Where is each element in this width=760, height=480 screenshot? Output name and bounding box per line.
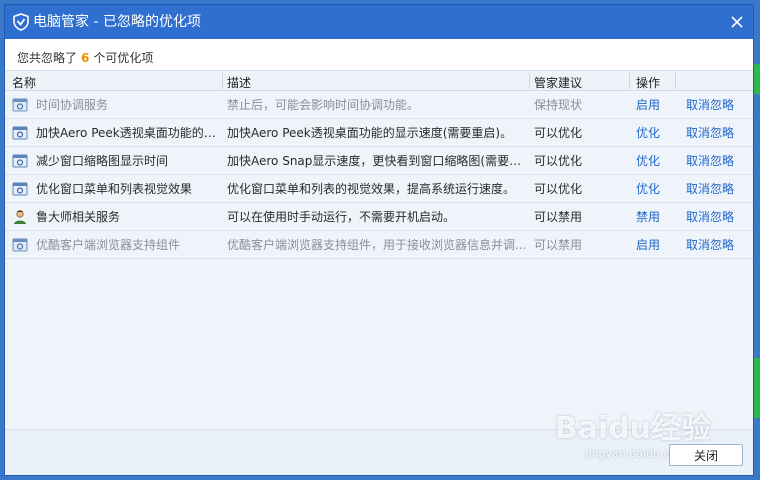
column-divider[interactable] [629, 73, 630, 89]
dialog-footer: Baidu经验 jingyan.baidu.com 关闭 [5, 411, 753, 475]
header-name[interactable]: 名称 [12, 74, 36, 90]
unignore-link[interactable]: 取消忽略 [686, 210, 746, 224]
table-row[interactable]: 鲁大师相关服务 可以在使用时手动运行，不需要开机启动。 可以禁用 禁用 取消忽略 [5, 203, 753, 231]
table-header: 名称 描述 管家建议 操作 [5, 71, 753, 91]
window-icon [12, 153, 28, 169]
unignore-link[interactable]: 取消忽略 [686, 98, 746, 112]
item-description: 禁止后，可能会影响时间协调功能。 [227, 98, 420, 112]
header-action[interactable]: 操作 [636, 74, 660, 90]
table-row[interactable]: 时间协调服务 禁止后，可能会影响时间协调功能。 保持现状 启用 取消忽略 [5, 91, 753, 119]
summary-prefix: 您共忽略了 [17, 51, 78, 65]
unignore-link[interactable]: 取消忽略 [686, 182, 746, 196]
close-icon[interactable] [727, 12, 747, 32]
column-divider[interactable] [675, 73, 676, 89]
header-description[interactable]: 描述 [227, 74, 251, 90]
close-button[interactable]: 关闭 [669, 444, 743, 466]
item-advice: 可以优化 [534, 126, 583, 140]
table-row[interactable]: 优化窗口菜单和列表视觉效果 优化窗口菜单和列表的视觉效果，提高系统运行速度。 可以优… [5, 175, 753, 203]
window-icon [12, 125, 28, 141]
item-name: 加快Aero Peek透视桌面功能的显... [36, 126, 222, 140]
item-description: 加快Aero Peek透视桌面功能的显示速度(需要重启)。 [227, 126, 513, 140]
item-name: 优化窗口菜单和列表视觉效果 [36, 182, 193, 196]
unignore-link[interactable]: 取消忽略 [686, 154, 746, 168]
column-divider[interactable] [529, 73, 530, 89]
window-icon [12, 181, 28, 197]
table-row[interactable]: 加快Aero Peek透视桌面功能的显... 加快Aero Peek透视桌面功能的… [5, 119, 753, 147]
table-row[interactable]: 减少窗口缩略图显示时间 加快Aero Snap显示速度，更快看到窗口缩略图(需要重… [5, 147, 753, 175]
item-action-link[interactable]: 启用 [636, 98, 676, 112]
table-row[interactable]: 优酷客户端浏览器支持组件 优酷客户端浏览器支持组件，用于接收浏览器信息并调... 可… [5, 231, 753, 259]
item-action-link[interactable]: 禁用 [636, 210, 676, 224]
window-title: 电脑管家 - 已忽略的优化项 [33, 14, 201, 30]
unignore-link[interactable]: 取消忽略 [686, 238, 746, 252]
unignore-link[interactable]: 取消忽略 [686, 126, 746, 140]
item-action-link[interactable]: 优化 [636, 154, 676, 168]
item-name: 时间协调服务 [36, 98, 109, 112]
title-bar[interactable]: 电脑管家 - 已忽略的优化项 [5, 5, 753, 39]
item-name: 优酷客户端浏览器支持组件 [36, 238, 181, 252]
item-description: 可以在使用时手动运行，不需要开机启动。 [227, 210, 456, 224]
service-icon [12, 97, 28, 113]
user-icon [12, 209, 28, 225]
item-action-link[interactable]: 优化 [636, 182, 676, 196]
item-action-link[interactable]: 优化 [636, 126, 676, 140]
item-description: 优酷客户端浏览器支持组件，用于接收浏览器信息并调... [227, 238, 527, 252]
shield-logo-icon [13, 13, 29, 31]
item-name: 减少窗口缩略图显示时间 [36, 154, 169, 168]
item-advice: 可以优化 [534, 182, 583, 196]
item-advice: 可以禁用 [534, 238, 583, 252]
item-name: 鲁大师相关服务 [36, 210, 121, 224]
item-advice: 可以优化 [534, 154, 583, 168]
ignored-items-table: 名称 描述 管家建议 操作 时间协调服务 禁止后，可能会影响时间协调功能。 保持现状… [5, 71, 753, 429]
ignored-summary: 您共忽略了 6 个可优化项 [17, 49, 153, 66]
summary-bar: 您共忽略了 6 个可优化项 [5, 39, 753, 71]
watermark-logo: Baidu经验 [554, 411, 711, 446]
item-advice: 可以禁用 [534, 210, 583, 224]
item-advice: 保持现状 [534, 98, 583, 112]
ignored-count: 6 [81, 51, 90, 65]
column-divider[interactable] [222, 73, 223, 89]
service-icon [12, 237, 28, 253]
item-description: 优化窗口菜单和列表的视觉效果，提高系统运行速度。 [227, 182, 516, 196]
item-action-link[interactable]: 启用 [636, 238, 676, 252]
item-description: 加快Aero Snap显示速度，更快看到窗口缩略图(需要重... [227, 154, 529, 168]
ignored-items-dialog: 电脑管家 - 已忽略的优化项 您共忽略了 6 个可优化项 名称 描述 管家建议 操作… [4, 4, 754, 476]
summary-suffix: 个可优化项 [93, 51, 154, 65]
header-advice[interactable]: 管家建议 [534, 74, 582, 90]
